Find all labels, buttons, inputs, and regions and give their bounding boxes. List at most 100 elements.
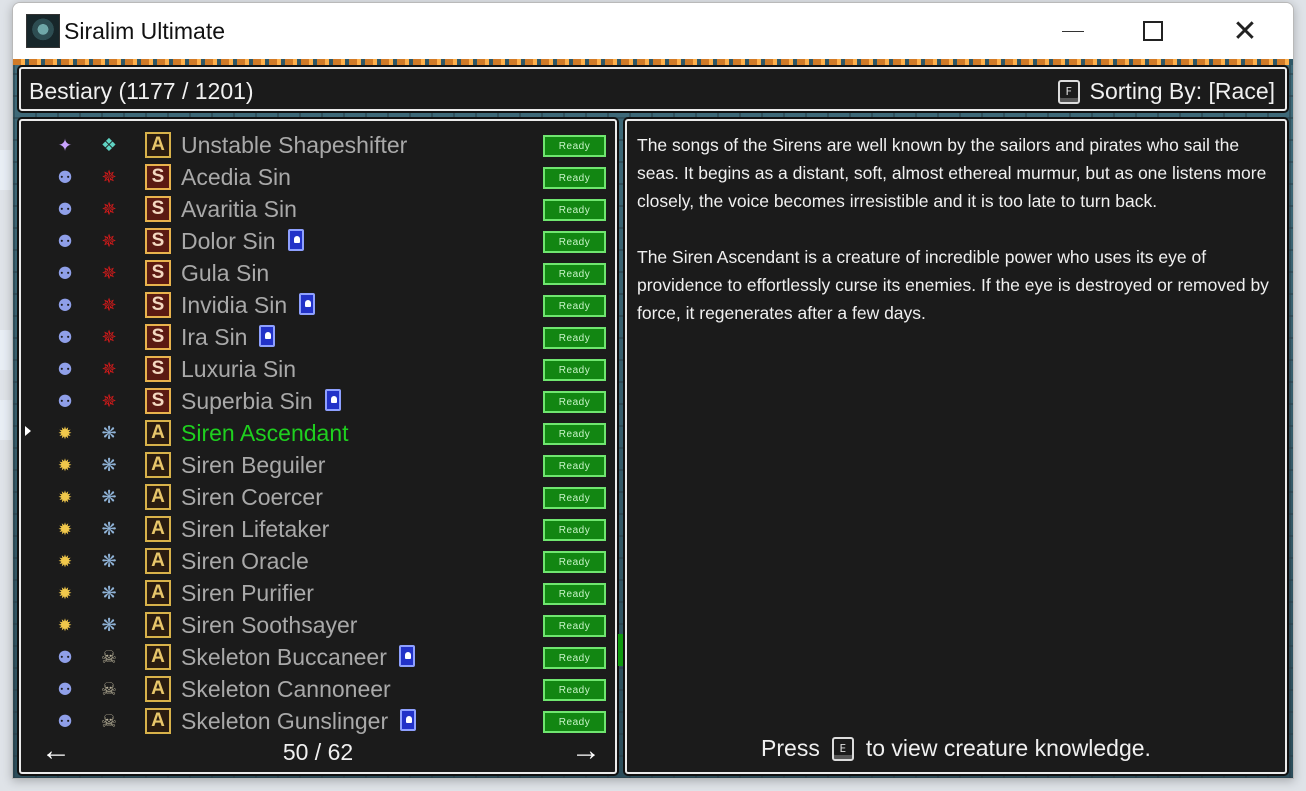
ready-badge: Ready: [543, 391, 606, 413]
page-indicator: 50 / 62: [282, 739, 354, 765]
rarity-badge: S: [145, 388, 171, 414]
ready-badge: Ready: [543, 199, 606, 221]
sort-label: Sorting By: [Race]: [1089, 78, 1275, 104]
creature-row[interactable]: ⚉ ✵ S Acedia Sin Ready: [21, 161, 615, 193]
card-icon: [299, 293, 316, 315]
skull-blue-icon: ⚉: [57, 199, 73, 219]
ready-badge: Ready: [543, 647, 606, 669]
creature-name: Acedia Sin: [181, 164, 291, 191]
maximize-button[interactable]: [1130, 3, 1176, 59]
rarity-badge: S: [145, 356, 171, 382]
rarity-badge: A: [145, 548, 171, 574]
bestiary-title: Bestiary (1177 / 1201): [29, 78, 254, 104]
creature-name: Invidia Sin: [181, 292, 316, 319]
creature-row[interactable]: ⚉ ✵ S Luxuria Sin Ready: [21, 353, 615, 385]
rarity-badge: S: [145, 260, 171, 286]
rarity-badge: S: [145, 164, 171, 190]
ready-badge: Ready: [543, 359, 606, 381]
ready-badge: Ready: [543, 135, 606, 157]
siren-icon: ❋: [101, 551, 117, 571]
skeleton-icon: ☠: [100, 679, 118, 699]
rarity-badge: S: [145, 292, 171, 318]
sun-icon: ✹: [57, 551, 73, 571]
ready-badge: Ready: [543, 487, 606, 509]
sin-pentagram-icon: ✵: [101, 295, 117, 315]
creature-name-text: Siren Coercer: [181, 484, 323, 510]
ready-badge: Ready: [543, 615, 606, 637]
minimize-icon: [1062, 30, 1084, 32]
creature-row[interactable]: ⚉ ✵ S Gula Sin Ready: [21, 257, 615, 289]
creature-name-text: Luxuria Sin: [181, 356, 297, 382]
app-icon: [26, 14, 60, 48]
creature-list: ✦ ❖ A Unstable Shapeshifter Ready ⚉ ✵ S Acedia S…: [21, 129, 615, 737]
creature-name-text: Invidia Sin: [181, 292, 288, 318]
creature-name: Siren Ascendant: [181, 420, 349, 447]
skull-blue-icon: ⚉: [57, 679, 73, 699]
creature-name-text: Dolor Sin: [181, 228, 276, 254]
siren-icon: ❋: [101, 615, 117, 635]
ready-badge: Ready: [543, 519, 606, 541]
skull-blue-icon: ⚉: [57, 359, 73, 379]
minimize-button[interactable]: [1050, 3, 1096, 59]
ready-badge: Ready: [543, 583, 606, 605]
close-button[interactable]: ✕: [1222, 3, 1268, 59]
rarity-badge: S: [145, 324, 171, 350]
keyboard-key-icon: E: [831, 736, 854, 761]
rarity-badge: A: [145, 484, 171, 510]
rarity-badge: A: [145, 612, 171, 638]
creature-name-text: Ira Sin: [181, 324, 248, 350]
list-scrollbar[interactable]: [617, 119, 625, 774]
creature-name: Skeleton Cannoneer: [181, 676, 391, 703]
creature-row[interactable]: ⚉ ✵ S Invidia Sin Ready: [21, 289, 615, 321]
creature-row[interactable]: ✹ ❋ A Siren Coercer Ready: [21, 481, 615, 513]
creature-name-text: Siren Ascendant: [181, 420, 349, 446]
creature-row[interactable]: ⚉ ✵ S Avaritia Sin Ready: [21, 193, 615, 225]
creature-row[interactable]: ⚉ ✵ S Superbia Sin Ready: [21, 385, 615, 417]
creature-name: Skeleton Gunslinger: [181, 708, 417, 735]
ready-badge: Ready: [543, 231, 606, 253]
scroll-thumb[interactable]: [618, 634, 623, 666]
rarity-badge: A: [145, 708, 171, 734]
creature-name-text: Superbia Sin: [181, 388, 313, 414]
creature-row[interactable]: ⚉ ✵ S Ira Sin Ready: [21, 321, 615, 353]
creature-name: Siren Lifetaker: [181, 516, 329, 543]
purple-sparkle-icon: ✦: [57, 135, 73, 155]
ready-badge: Ready: [543, 263, 606, 285]
rarity-badge: A: [145, 420, 171, 446]
ready-badge: Ready: [543, 167, 606, 189]
creature-row[interactable]: ✹ ❋ A Siren Oracle Ready: [21, 545, 615, 577]
creature-row[interactable]: ✹ ❋ A Siren Lifetaker Ready: [21, 513, 615, 545]
creature-row[interactable]: ✹ ❋ A Siren Soothsayer Ready: [21, 609, 615, 641]
description-paragraph: The Siren Ascendant is a creature of inc…: [637, 247, 1269, 323]
skull-blue-icon: ⚉: [57, 391, 73, 411]
knowledge-hint: Press E to view creature knowledge.: [627, 735, 1285, 762]
creature-row[interactable]: ✦ ❖ A Unstable Shapeshifter Ready: [21, 129, 615, 161]
creature-row[interactable]: ✹ ❋ A Siren Beguiler Ready: [21, 449, 615, 481]
creature-row[interactable]: ⚉ ☠ A Skeleton Gunslinger Ready: [21, 705, 615, 737]
keyboard-key-icon: F: [1057, 79, 1080, 104]
skull-blue-icon: ⚉: [57, 231, 73, 251]
creature-row[interactable]: ⚉ ☠ A Skeleton Cannoneer Ready: [21, 673, 615, 705]
card-icon: [287, 229, 304, 251]
ready-badge: Ready: [543, 679, 606, 701]
next-page-arrow-icon[interactable]: →: [571, 736, 601, 766]
creature-name-text: Siren Beguiler: [181, 452, 326, 478]
ready-badge: Ready: [543, 423, 606, 445]
creature-row[interactable]: ✹ ❋ A Siren Purifier Ready: [21, 577, 615, 609]
creature-name: Dolor Sin: [181, 228, 304, 255]
creature-row[interactable]: ✹ ❋ A Siren Ascendant Ready: [21, 417, 615, 449]
sort-control[interactable]: F Sorting By: [Race]: [1057, 78, 1275, 105]
creature-name-text: Siren Purifier: [181, 580, 314, 606]
hint-action: to view creature knowledge.: [865, 735, 1151, 761]
creature-row[interactable]: ⚉ ☠ A Skeleton Buccaneer Ready: [21, 641, 615, 673]
creature-name: Siren Coercer: [181, 484, 323, 511]
skull-blue-icon: ⚉: [57, 295, 73, 315]
title-bar[interactable]: Siralim Ultimate ✕: [13, 3, 1293, 59]
rarity-badge: A: [145, 676, 171, 702]
shapeshifter-icon: ❖: [100, 135, 118, 155]
creature-name-text: Skeleton Cannoneer: [181, 676, 391, 702]
creature-name-text: Skeleton Gunslinger: [181, 708, 389, 734]
creature-row[interactable]: ⚉ ✵ S Dolor Sin Ready: [21, 225, 615, 257]
creature-name: Skeleton Buccaneer: [181, 644, 415, 671]
rarity-badge: A: [145, 644, 171, 670]
